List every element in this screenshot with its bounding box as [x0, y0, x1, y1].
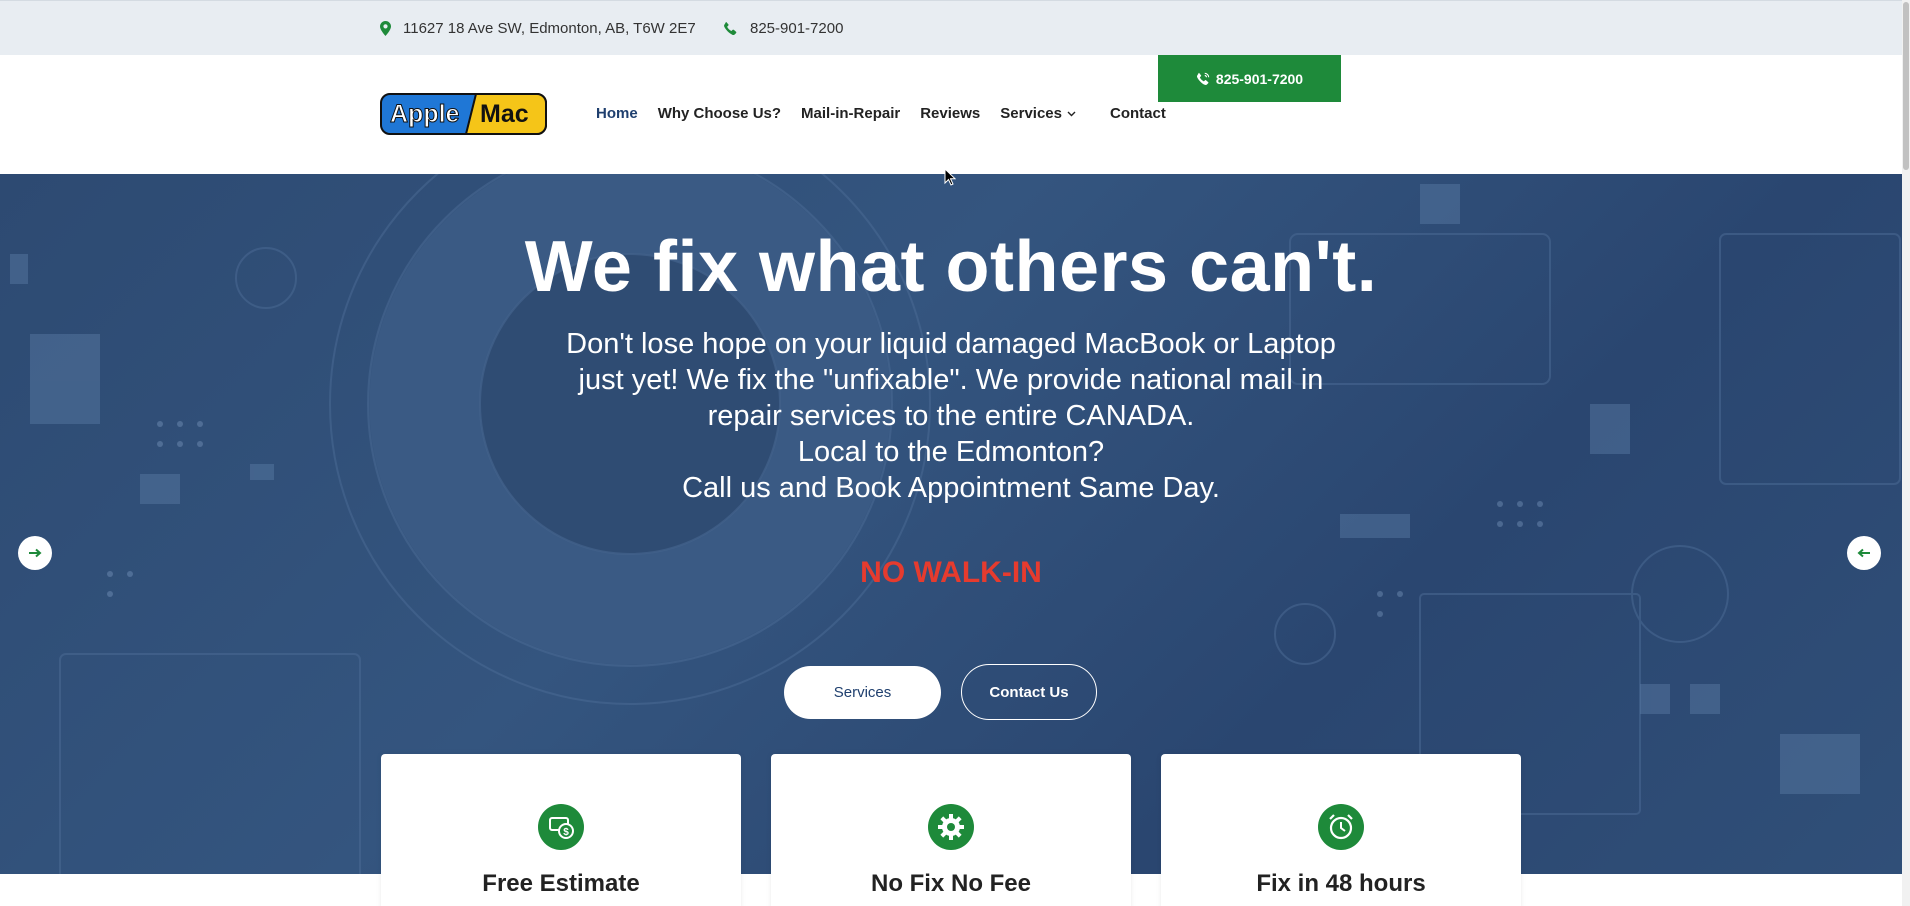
page-scrollbar[interactable] — [1902, 0, 1910, 906]
nav-services[interactable]: Services — [1000, 105, 1076, 122]
logo-text-mac: Mac — [480, 100, 529, 128]
phone-icon — [724, 21, 737, 35]
hero-line: Call us and Book Appointment Same Day. — [682, 472, 1220, 504]
hero-line: Local to the Edmonton? — [797, 436, 1105, 468]
feature-card-free-estimate: $ Free Estimate — [381, 754, 741, 906]
alarm-clock-icon — [1318, 804, 1364, 850]
svg-text:$: $ — [563, 827, 569, 838]
address-info: 11627 18 Ave SW, Edmonton, AB, T6W 2E7 — [380, 18, 696, 38]
nav-reviews[interactable]: Reviews — [920, 105, 980, 122]
phone-call-icon — [1196, 72, 1210, 85]
nav-contact[interactable]: Contact — [1110, 105, 1166, 122]
gear-icon — [928, 804, 974, 850]
top-info-bar: 11627 18 Ave SW, Edmonton, AB, T6W 2E7 8… — [0, 0, 1910, 55]
arrow-right-icon — [29, 548, 42, 558]
address-text: 11627 18 Ave SW, Edmonton, AB, T6W 2E7 — [403, 19, 696, 37]
main-nav: Home Why Choose Us? Mail-in-Repair Revie… — [596, 105, 1186, 122]
feature-card-no-fix-no-fee: No Fix No Fee — [771, 754, 1131, 906]
site-header: Apple Mac Home Why Choose Us? Mail-in-Re… — [0, 55, 1910, 174]
slider-prev-button[interactable] — [18, 536, 52, 570]
call-button-label: 825-901-7200 — [1215, 70, 1304, 87]
call-button[interactable]: 825-901-7200 — [1158, 55, 1341, 102]
scrollbar-thumb[interactable] — [1903, 2, 1909, 170]
feature-card-fix-in-48-hours: Fix in 48 hours — [1161, 754, 1521, 906]
nav-mail-in-repair[interactable]: Mail-in-Repair — [801, 105, 900, 122]
applemac-logo[interactable]: Apple Mac — [380, 93, 547, 135]
slider-next-button[interactable] — [1847, 536, 1881, 570]
feature-title: Free Estimate — [482, 870, 640, 897]
feature-title: No Fix No Fee — [870, 870, 1032, 897]
hero-description: Don't lose hope on your liquid damaged M… — [0, 326, 1902, 506]
no-walk-in-notice: NO WALK-IN — [860, 556, 1042, 589]
money-icon: $ — [538, 804, 584, 850]
phone-text: 825-901-7200 — [750, 19, 844, 37]
contact-us-button[interactable]: Contact Us — [961, 664, 1097, 720]
logo-text-apple: Apple — [390, 100, 460, 128]
hero-line: Don't lose hope on your liquid damaged M… — [566, 328, 1336, 360]
phone-info[interactable]: 825-901-7200 — [723, 18, 843, 38]
map-pin-icon — [380, 20, 391, 36]
mouse-cursor-icon — [944, 168, 956, 186]
nav-why-choose-us[interactable]: Why Choose Us? — [658, 105, 781, 122]
chevron-down-icon — [1067, 111, 1076, 116]
hero-title: We fix what others can't. — [524, 227, 1378, 307]
arrow-left-icon — [1857, 548, 1870, 558]
hero-line: just yet! We fix the "unfixable". We pro… — [578, 364, 1324, 396]
services-button[interactable]: Services — [784, 666, 941, 719]
nav-home[interactable]: Home — [596, 105, 638, 122]
nav-services-label: Services — [1000, 105, 1062, 122]
hero-line: repair services to the entire CANADA. — [707, 400, 1195, 432]
feature-title: Fix in 48 hours — [1256, 870, 1426, 897]
